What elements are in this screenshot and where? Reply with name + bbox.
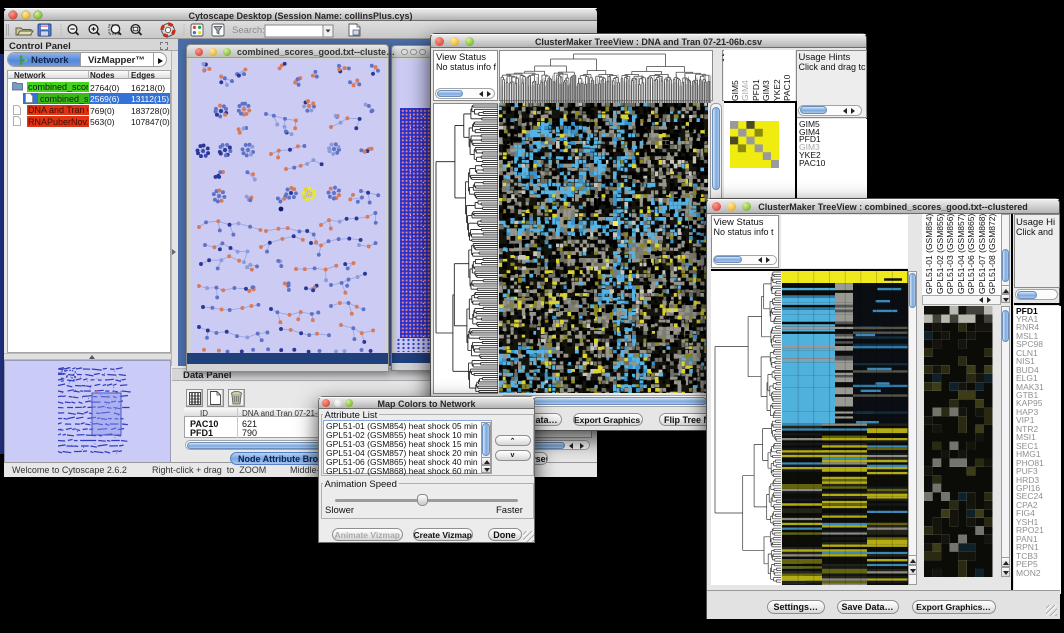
- svg-text:Search:: Search:: [232, 25, 265, 36]
